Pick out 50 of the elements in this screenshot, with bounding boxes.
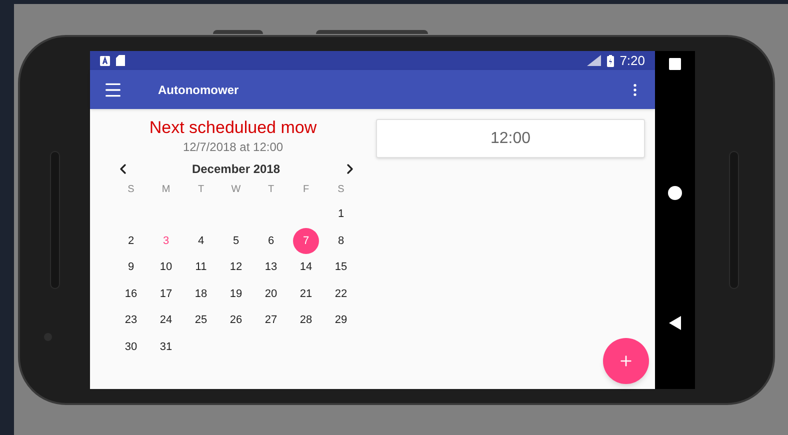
sd-card-icon <box>116 55 125 66</box>
app-title: Autonomower <box>158 82 239 98</box>
calendar-day[interactable]: 21 <box>293 281 319 308</box>
calendar-day[interactable]: 2 <box>118 228 144 254</box>
add-button[interactable] <box>603 338 649 384</box>
weekday-label: M <box>162 183 170 197</box>
status-time: 7:20 <box>620 52 645 70</box>
calendar-day[interactable]: 9 <box>118 254 144 280</box>
weekday-label: W <box>231 183 241 197</box>
calendar-day[interactable]: 24 <box>153 308 179 334</box>
calendar-day[interactable]: 29 <box>328 308 354 334</box>
calendar-day[interactable]: 19 <box>223 281 249 308</box>
calendar-day[interactable]: 18 <box>188 281 214 308</box>
calendar-day[interactable]: 12 <box>223 254 249 280</box>
plus-icon <box>618 353 634 369</box>
calendar-day[interactable]: 4 <box>188 228 214 254</box>
calendar-day[interactable]: 5 <box>223 228 249 254</box>
calendar-day[interactable]: 1 <box>328 201 354 228</box>
calendar-day[interactable]: 13 <box>258 254 284 280</box>
calendar-day[interactable]: 28 <box>293 308 319 334</box>
signal-icon <box>586 55 601 66</box>
calendar-day[interactable]: 23 <box>118 308 144 334</box>
month-label: December 2018 <box>192 161 280 178</box>
weekday-label: F <box>302 183 310 197</box>
calendar-day[interactable]: 17 <box>153 281 179 308</box>
calendar-day[interactable]: 11 <box>188 254 214 280</box>
calendar-day[interactable]: 8 <box>328 228 354 254</box>
calendar-day[interactable]: 16 <box>118 281 144 308</box>
home-icon[interactable] <box>668 186 682 200</box>
back-icon[interactable] <box>669 316 681 330</box>
calendar-day[interactable]: 20 <box>258 281 284 308</box>
calendar-day[interactable]: 10 <box>153 254 179 280</box>
weekday-label: S <box>338 183 344 197</box>
calendar-day[interactable]: 15 <box>328 254 354 280</box>
calendar-day[interactable]: 31 <box>153 334 179 360</box>
next-mow-heading: Next schedulued mow <box>149 117 317 139</box>
calendar-day[interactable]: 22 <box>328 281 354 308</box>
calendar-day[interactable]: 27 <box>258 308 284 334</box>
time-field[interactable]: 12:00 <box>376 119 645 158</box>
calendar-day[interactable]: 30 <box>118 334 144 360</box>
next-mow-date: 12/7/2018 at 12:00 <box>182 139 284 155</box>
calendar-day[interactable]: 14 <box>293 254 319 280</box>
calendar-day[interactable]: 26 <box>223 308 249 334</box>
calendar-day[interactable]: 25 <box>188 308 214 334</box>
weekday-label: T <box>268 183 274 197</box>
calendar-day[interactable]: 6 <box>258 228 284 254</box>
battery-icon <box>606 54 614 66</box>
notification-icon <box>100 56 110 66</box>
weekday-label: T <box>198 183 204 197</box>
weekday-label: S <box>128 183 134 197</box>
